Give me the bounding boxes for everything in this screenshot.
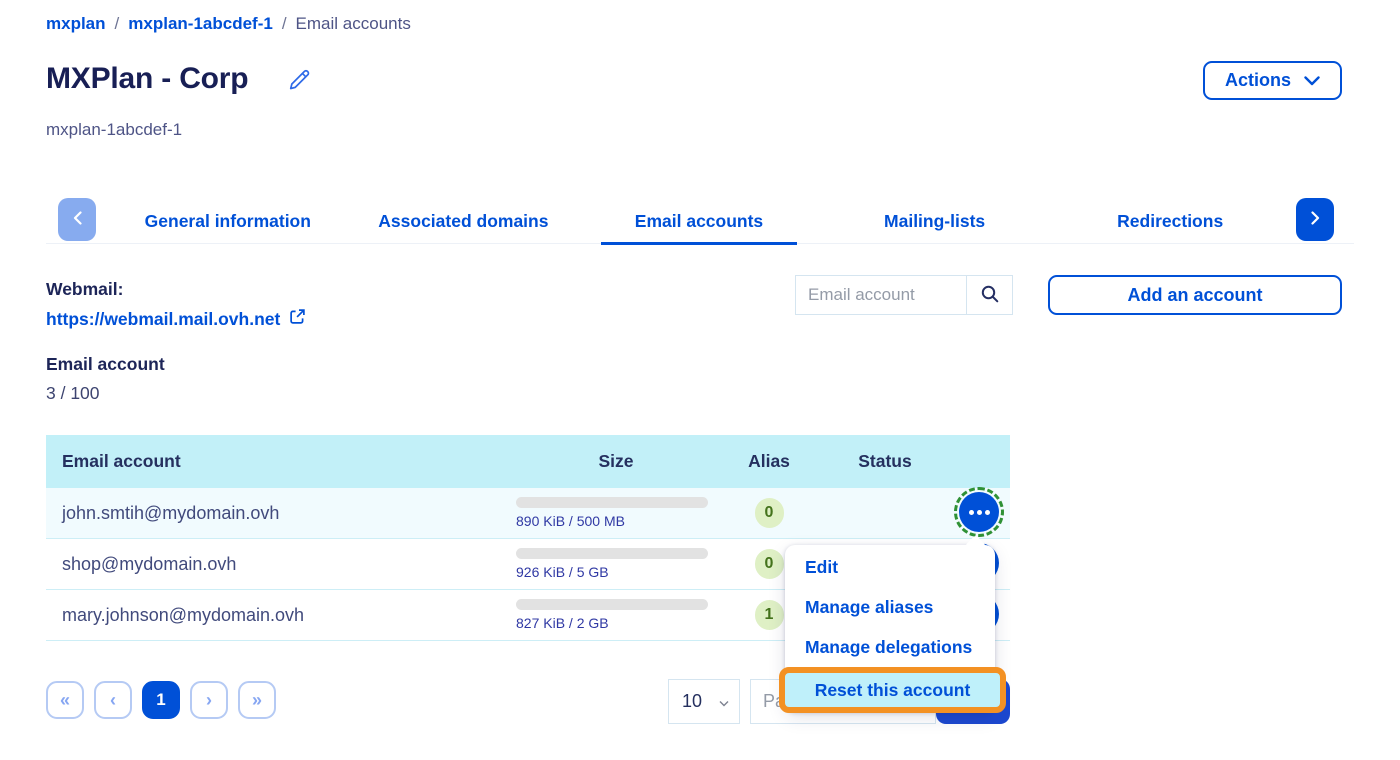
menu-item-manage-delegations[interactable]: Manage delegations (785, 627, 995, 667)
chevron-down-icon (719, 691, 729, 712)
pagination-page-1-button[interactable]: 1 (142, 681, 180, 719)
email-account-quota-label: Email account (46, 354, 306, 375)
account-size-cell: 890 KiB / 500 MB (516, 497, 716, 529)
pagination-last-button[interactable]: » (238, 681, 276, 719)
column-header-alias: Alias (716, 451, 822, 472)
breadcrumb-separator: / (115, 14, 120, 34)
column-header-size: Size (516, 451, 716, 472)
size-usage-text: 827 KiB / 2 GB (516, 615, 716, 631)
breadcrumb-separator: / (282, 14, 287, 34)
breadcrumb: mxplan / mxplan-1abcdef-1 / Email accoun… (46, 14, 411, 34)
service-id-subtitle: mxplan-1abcdef-1 (46, 120, 182, 140)
tab-mailing-lists[interactable]: Mailing-lists (817, 198, 1053, 244)
tabs-bar: General information Associated domains E… (46, 198, 1354, 244)
external-link-icon (289, 308, 306, 330)
account-size-cell: 926 KiB / 5 GB (516, 548, 716, 580)
breadcrumb-service[interactable]: mxplan-1abcdef-1 (128, 14, 273, 34)
table-header-row: Email account Size Alias Status (46, 435, 1010, 488)
search-input[interactable] (796, 276, 966, 314)
column-header-email-account: Email account (46, 451, 516, 472)
page-title: MXPlan - Corp (46, 62, 248, 96)
service-info-block: Webmail: https://webmail.mail.ovh.net Em… (46, 279, 306, 404)
add-account-button[interactable]: Add an account (1048, 275, 1342, 315)
column-header-status: Status (822, 451, 948, 472)
actions-button-label: Actions (1225, 70, 1291, 91)
search-button[interactable] (966, 276, 1012, 314)
row-actions-ellipsis-button[interactable] (959, 492, 999, 532)
pagination: « ‹ 1 › » (46, 681, 276, 719)
alias-count-badge: 1 (755, 600, 784, 630)
menu-item-edit[interactable]: Edit (785, 547, 995, 587)
tab-email-accounts[interactable]: Email accounts (581, 198, 817, 244)
pagination-first-button[interactable]: « (46, 681, 84, 719)
menu-item-manage-aliases[interactable]: Manage aliases (785, 587, 995, 627)
chevron-down-icon (1304, 70, 1320, 91)
alias-count-badge: 0 (755, 498, 784, 528)
tabs-scroll-left-button[interactable] (58, 198, 96, 241)
webmail-url: https://webmail.mail.ovh.net (46, 309, 280, 330)
size-progress-bar (516, 497, 708, 508)
account-email: shop@mydomain.ovh (46, 554, 516, 575)
account-search-box (795, 275, 1013, 315)
breadcrumb-current: Email accounts (296, 14, 411, 34)
alias-count-badge: 0 (755, 549, 784, 579)
mxplan-email-accounts-page: mxplan / mxplan-1abcdef-1 / Email accoun… (0, 0, 1400, 760)
tab-list: General information Associated domains E… (110, 198, 1288, 244)
edit-title-pencil-icon[interactable] (286, 66, 313, 93)
account-email: mary.johnson@mydomain.ovh (46, 605, 516, 626)
page-size-value: 10 (682, 691, 702, 712)
tabs-scroll-right-button[interactable] (1296, 198, 1334, 241)
pagination-next-button[interactable]: › (190, 681, 228, 719)
account-size-cell: 827 KiB / 2 GB (516, 599, 716, 631)
focus-ring (954, 487, 1004, 537)
actions-button[interactable]: Actions (1203, 61, 1342, 100)
tab-general-information[interactable]: General information (110, 198, 346, 244)
size-progress-bar (516, 599, 708, 610)
size-progress-bar (516, 548, 708, 559)
tab-redirections[interactable]: Redirections (1052, 198, 1288, 244)
chevron-right-icon (1311, 211, 1320, 228)
table-row: john.smtih@mydomain.ovh 890 KiB / 500 MB… (46, 488, 1010, 539)
size-usage-text: 926 KiB / 5 GB (516, 564, 716, 580)
email-account-quota-value: 3 / 100 (46, 383, 306, 404)
pagination-previous-button[interactable]: ‹ (94, 681, 132, 719)
breadcrumb-mxplan[interactable]: mxplan (46, 14, 106, 34)
account-email: john.smtih@mydomain.ovh (46, 503, 516, 524)
tab-associated-domains[interactable]: Associated domains (346, 198, 582, 244)
chevron-left-icon (73, 211, 82, 228)
menu-item-reset-this-account[interactable]: Reset this account (779, 667, 1006, 713)
webmail-link[interactable]: https://webmail.mail.ovh.net (46, 308, 306, 330)
size-usage-text: 890 KiB / 500 MB (516, 513, 716, 529)
page-size-select[interactable]: 10 (668, 679, 740, 724)
webmail-label: Webmail: (46, 279, 306, 300)
search-icon (980, 284, 1000, 307)
